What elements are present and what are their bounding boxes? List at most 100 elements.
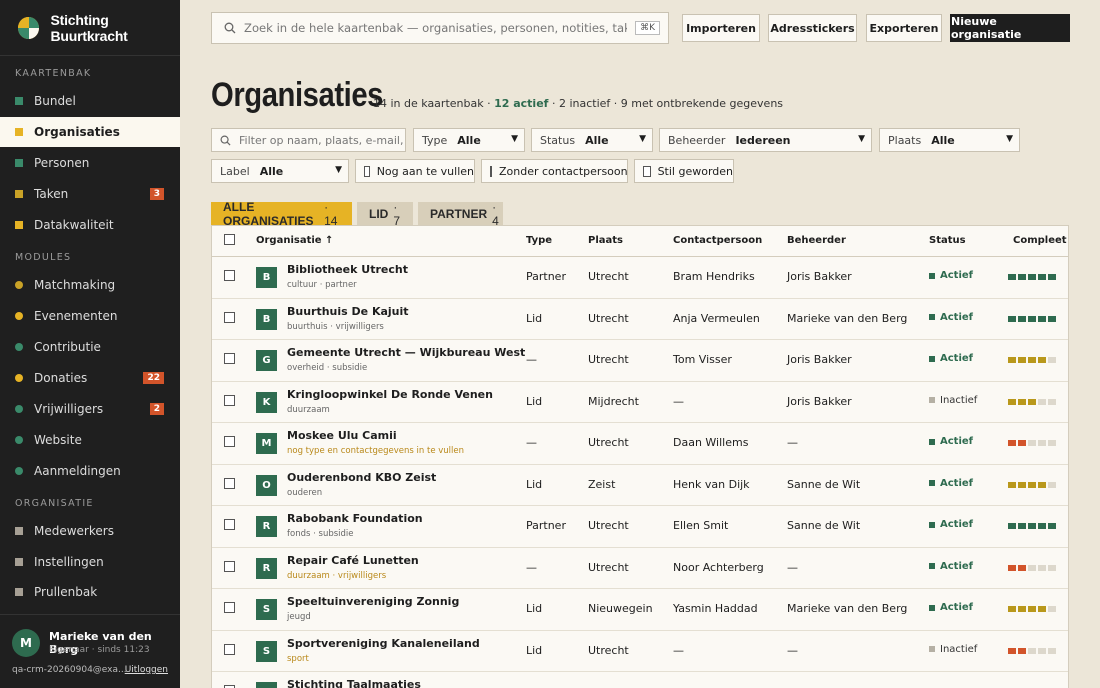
sidebar-item-datakwaliteit[interactable]: Datakwaliteit [0, 210, 180, 240]
table-row[interactable]: M Moskee Ulu Camii nog type en contactgege… [212, 423, 1068, 465]
row-checkbox[interactable] [224, 270, 235, 281]
org-contact[interactable]: Anja Vermeulen [673, 312, 760, 325]
org-tags: overheid · subsidie [287, 363, 368, 373]
summary-active[interactable]: 12 actief [494, 97, 548, 110]
table-row[interactable]: K Kringloopwinkel De Ronde Venen duurzaam L… [212, 382, 1068, 423]
column-contact[interactable]: Contactpersoon [673, 235, 762, 246]
search-icon [224, 22, 236, 34]
tab-partner[interactable]: PARTNER · 4 [418, 200, 503, 228]
filter-search-input[interactable]: Filter op naam, plaats, e-mail, KvK [211, 128, 406, 152]
row-checkbox[interactable] [224, 353, 235, 364]
org-initial-icon: B [256, 267, 277, 288]
row-checkbox[interactable] [224, 477, 235, 489]
row-checkbox[interactable] [224, 519, 235, 530]
logout-link[interactable]: Uitloggen [125, 665, 168, 675]
sidebar-item-evenementen[interactable]: Evenementen [0, 301, 180, 331]
tab-all[interactable]: ALLE ORGANISATIES · 14 [211, 200, 352, 228]
sidebar-item-label: Instellingen [34, 554, 104, 569]
table-row[interactable]: S Sportvereniging Kanaleneiland sport Lid Ut… [212, 631, 1068, 672]
org-contact[interactable]: Noor Achterberg [673, 561, 764, 574]
row-checkbox[interactable] [224, 602, 235, 613]
row-checkbox[interactable] [224, 436, 235, 447]
sidebar-item-donaties[interactable]: Donaties 22 [0, 363, 180, 393]
sidebar-item-matchmaking[interactable]: Matchmaking [0, 270, 180, 300]
org-contact[interactable]: Yasmin Haddad [673, 602, 758, 615]
column-owner[interactable]: Beheerder [787, 235, 846, 246]
org-type: Partner [526, 270, 566, 283]
place-select[interactable]: Plaats Alle ▼ [879, 128, 1020, 152]
completeness-segment [1018, 606, 1026, 612]
completeness-segment [1048, 481, 1056, 488]
address-labels-button[interactable]: Adresstickers [768, 14, 857, 42]
table-row[interactable]: R Rabobank Foundation fonds · subsidie Part… [212, 506, 1068, 548]
sidebar-item-medewerkers[interactable]: Medewerkers [0, 516, 180, 546]
column-type[interactable]: Type [526, 235, 552, 246]
sidebar-item-aanmeldingen[interactable]: Aanmeldingen [0, 456, 180, 486]
row-checkbox[interactable] [224, 560, 235, 572]
org-contact[interactable]: Ellen Smit [673, 519, 728, 532]
row-checkbox[interactable] [224, 643, 235, 655]
filter-incomplete-checkbox[interactable]: Nog aan te vullen [355, 159, 475, 183]
status-badge: Actief [929, 602, 973, 613]
sidebar-item-contributie[interactable]: Contributie [0, 332, 180, 362]
table-row[interactable]: R Repair Café Lunetten duurzaam · vrijwill… [212, 548, 1068, 589]
owner-select[interactable]: Beheerder Iedereen ▼ [659, 128, 872, 152]
column-organisation[interactable]: Organisatie ↑ [256, 235, 333, 246]
sidebar-item-bundel[interactable]: Bundel [0, 86, 180, 116]
org-contact[interactable]: Bram Hendriks [673, 270, 755, 283]
table-row[interactable]: B Bibliotheek Utrecht cultuur · partner Par… [212, 257, 1068, 299]
org-contact[interactable]: Tom Visser [673, 353, 732, 366]
org-name[interactable]: Sportvereniging Kanaleneiland [287, 637, 480, 650]
org-name[interactable]: Bibliotheek Utrecht [287, 263, 408, 276]
tag-select[interactable]: Label Alle ▼ [211, 159, 349, 183]
org-contact[interactable]: Henk van Dijk [673, 478, 750, 491]
org-name[interactable]: Kringloopwinkel De Ronde Venen [287, 388, 493, 401]
org-contact[interactable]: Daan Willems [673, 436, 748, 449]
org-name[interactable]: Speeltuinvereniging Zonnig [287, 595, 459, 608]
completeness-segment [1018, 440, 1026, 446]
table-row[interactable]: B Buurthuis De Kajuit buurthuis · vrijwill… [212, 299, 1068, 340]
column-status[interactable]: Status [929, 235, 966, 246]
org-name[interactable]: Moskee Ulu Camii [287, 429, 397, 442]
table-row[interactable]: S Speeltuinvereniging Zonnig jeugd Lid Nieuw… [212, 589, 1068, 631]
org-name[interactable]: Ouderenbond KBO Zeist [287, 471, 436, 484]
org-initial-icon: R [256, 516, 277, 537]
brand[interactable]: Stichting Buurtkracht [0, 0, 180, 56]
org-name[interactable]: Rabobank Foundation [287, 512, 423, 525]
column-place[interactable]: Plaats [588, 235, 623, 246]
sidebar-item-instellingen[interactable]: Instellingen [0, 547, 180, 577]
global-search-input[interactable]: Zoek in de hele kaartenbak — organisatie… [211, 12, 669, 44]
select-all-checkbox[interactable] [224, 234, 235, 245]
column-complete[interactable]: Compleet [1013, 235, 1067, 246]
type-select[interactable]: Type Alle ▼ [413, 128, 525, 152]
sidebar-item-organisaties[interactable]: Organisaties [0, 117, 180, 147]
new-organisation-button[interactable]: Nieuwe organisatie [950, 14, 1070, 42]
org-tags: ouderen [287, 487, 323, 498]
org-contact[interactable]: — [673, 644, 684, 657]
table-row[interactable]: O Ouderenbond KBO Zeist ouderen Lid Zeist Hen… [212, 465, 1068, 506]
tab-lid[interactable]: LID · 7 [357, 200, 413, 228]
status-badge: Actief [929, 353, 973, 364]
sidebar-item-taken[interactable]: Taken 3 [0, 179, 180, 209]
org-name[interactable]: Stichting Taalmaatjes [287, 678, 421, 688]
org-name[interactable]: Buurthuis De Kajuit [287, 305, 409, 318]
sidebar-item-prullenbak[interactable]: Prullenbak [0, 577, 180, 607]
status-select[interactable]: Status Alle ▼ [531, 128, 653, 152]
filter-no-contact-checkbox[interactable]: Zonder contactpersoon [481, 159, 628, 183]
row-checkbox[interactable] [224, 311, 235, 323]
avatar[interactable]: M [12, 629, 40, 657]
completeness-segment [1048, 398, 1056, 405]
import-button[interactable]: Importeren [682, 14, 760, 42]
row-checkbox[interactable] [224, 394, 235, 406]
org-contact[interactable]: — [673, 395, 684, 408]
org-name[interactable]: Gemeente Utrecht — Wijkbureau West [287, 346, 525, 359]
sidebar-item-vrijwilligers[interactable]: Vrijwilligers 2 [0, 394, 180, 424]
filter-quiet-checkbox[interactable]: Stil geworden [634, 159, 734, 183]
org-name[interactable]: Repair Café Lunetten [287, 554, 419, 567]
completeness-segment [1028, 523, 1036, 529]
table-row[interactable]: S Stichting Taalmaatjes [212, 672, 1068, 688]
export-button[interactable]: Exporteren [866, 14, 942, 42]
table-row[interactable]: G Gemeente Utrecht — Wijkbureau West overh… [212, 340, 1068, 382]
sidebar-item-personen[interactable]: Personen [0, 148, 180, 178]
sidebar-item-website[interactable]: Website [0, 425, 180, 455]
